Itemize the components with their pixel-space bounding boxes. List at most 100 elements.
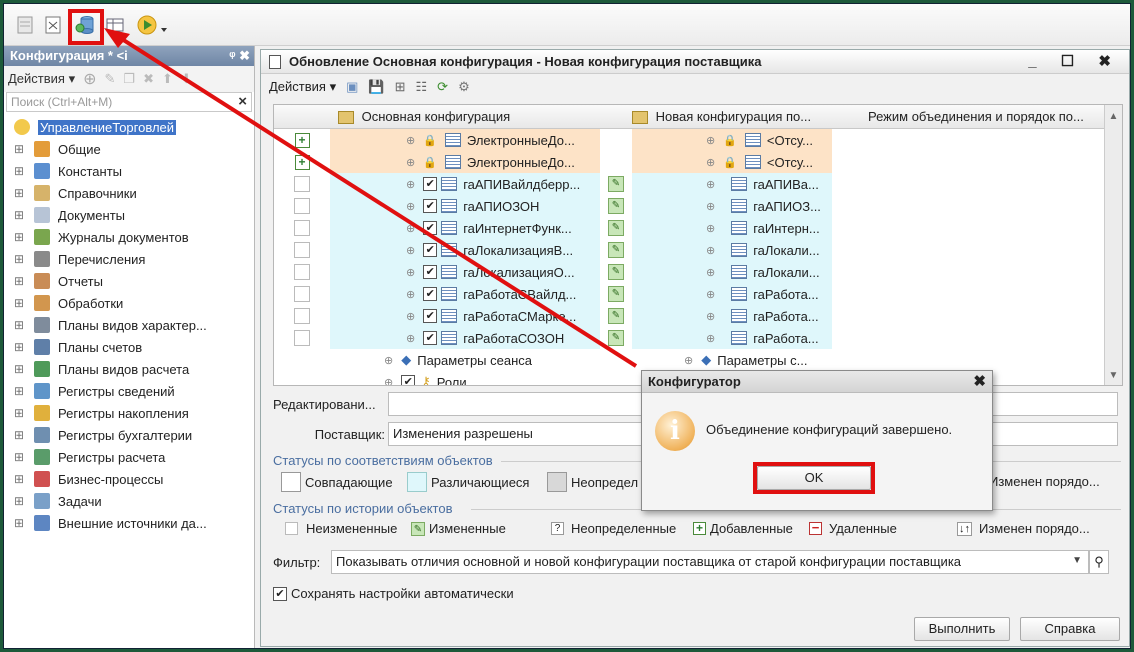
edit-icon[interactable]: ✎ <box>105 71 116 87</box>
expand-icon[interactable]: ⊕ <box>706 332 715 345</box>
dropdown-arrow-icon[interactable]: ▼ <box>1072 555 1082 566</box>
table-row[interactable]: ⊕ ✔ гаИнтернетФунк... ✎ ⊕ гаИнтерн... <box>274 217 1122 239</box>
row-merge-checkbox[interactable] <box>294 176 310 192</box>
expand-icon[interactable]: ⊞ <box>14 296 26 310</box>
row-merge-cell[interactable] <box>274 305 330 327</box>
row-merge-cell[interactable]: + <box>274 129 330 151</box>
tree-item[interactable]: УправлениеТорговлей <box>4 116 254 138</box>
refresh-icon[interactable]: ⟳ <box>437 79 448 95</box>
expand-icon[interactable]: ⊞ <box>14 230 26 244</box>
tree-item[interactable]: ⊞ Журналы документов <box>4 226 254 248</box>
run-debug-icon[interactable] <box>136 14 170 36</box>
tree-item[interactable]: ⊞ Регистры расчета <box>4 446 254 468</box>
table-row[interactable]: ⊕ ✔ гаРаботаСВайлд... ✎ ⊕ гаРабота... <box>274 283 1122 305</box>
row-checkbox[interactable]: ✔ <box>423 309 438 323</box>
expand-icon[interactable]: ⊞ <box>14 186 26 200</box>
open-icon[interactable]: ▣ <box>346 79 358 95</box>
expand-icon[interactable]: ⊕ <box>406 332 415 345</box>
expand-icon[interactable]: ⊕ <box>706 156 715 169</box>
table-row[interactable]: + ⊕ 🔒 ЭлектронныеДо... ⊕ 🔒 <Отсу... <box>274 129 1122 151</box>
tree-item[interactable]: ⊞ Бизнес-процессы <box>4 468 254 490</box>
expand-icon[interactable]: ⊞ <box>14 384 26 398</box>
save-settings-checkbox[interactable]: ✔ <box>273 586 287 601</box>
expand-icon[interactable]: ⊕ <box>406 266 415 279</box>
mark-all-icon[interactable]: ☷ <box>416 79 428 95</box>
expand-icon[interactable]: ⊕ <box>706 200 715 213</box>
expand-icon[interactable]: ⊞ <box>14 274 26 288</box>
row-merge-checkbox[interactable] <box>294 308 310 324</box>
add-icon[interactable]: + <box>294 132 310 148</box>
expand-icon[interactable]: ⊕ <box>706 178 715 191</box>
col-main-config[interactable]: Основная конфигурация <box>338 109 510 125</box>
table-row[interactable]: ⊕ ✔ гаРаботаСОЗОН ✎ ⊕ гаРабота... <box>274 327 1122 349</box>
tree-item[interactable]: ⊞ Регистры накопления <box>4 402 254 424</box>
row-checkbox[interactable]: ✔ <box>423 221 438 235</box>
actions-menu[interactable]: Действия ▾ <box>8 71 75 87</box>
row-checkbox[interactable]: ✔ <box>423 199 438 213</box>
expand-icon[interactable]: ⊞ <box>14 340 26 354</box>
expand-icon[interactable]: ⊕ <box>406 244 415 257</box>
dialog-close-icon[interactable]: ✖ <box>973 372 986 390</box>
table-row[interactable]: ⊕ ✔ гаАПИВайлдберр... ✎ ⊕ гаАПИВа... <box>274 173 1122 195</box>
row-checkbox[interactable]: ✔ <box>423 265 438 279</box>
save-icon[interactable]: 💾 <box>368 79 384 95</box>
row-merge-cell[interactable] <box>274 195 330 217</box>
expand-icon[interactable]: ⊕ <box>406 310 415 323</box>
row-checkbox[interactable]: ✔ <box>423 243 438 257</box>
expand-icon[interactable]: ⊕ <box>406 134 415 147</box>
row-merge-checkbox[interactable] <box>294 220 310 236</box>
expand-icon[interactable]: ⊞ <box>14 494 26 508</box>
tree-item[interactable]: ⊞ Планы счетов <box>4 336 254 358</box>
tree-item[interactable]: ⊞ Константы <box>4 160 254 182</box>
move-down-icon[interactable]: ⬇ <box>181 71 192 87</box>
table-row[interactable]: ⊕ ◆ Параметры сеанса ⊕ ◆ Параметры с... <box>274 349 1122 371</box>
table-row[interactable]: ⊕ ✔ гаРаботаСМарке... ✎ ⊕ гаРабота... <box>274 305 1122 327</box>
filter-select[interactable]: Показывать отличия основной и новой конф… <box>331 550 1089 574</box>
table-row[interactable]: ⊕ ✔ гаЛокализацияО... ✎ ⊕ гаЛокали... <box>274 261 1122 283</box>
expand-icon[interactable]: ⊞ <box>14 406 26 420</box>
toolbar-config-icon[interactable] <box>14 14 36 36</box>
toolbar-table-icon[interactable] <box>104 14 126 36</box>
row-merge-cell[interactable] <box>274 327 330 349</box>
actions-menu-main[interactable]: Действия ▾ <box>269 79 336 95</box>
row-merge-checkbox[interactable] <box>294 264 310 280</box>
tree-icon[interactable]: ⊞ <box>395 79 406 95</box>
add-icon[interactable]: + <box>294 154 310 170</box>
row-merge-checkbox[interactable] <box>294 242 310 258</box>
expand-icon[interactable]: ⊞ <box>14 142 26 156</box>
expand-icon[interactable]: ⊕ <box>384 354 393 367</box>
tree-item[interactable]: ⊞ Задачи <box>4 490 254 512</box>
row-checkbox[interactable]: ✔ <box>423 177 438 191</box>
run-button[interactable]: Выполнить <box>914 617 1010 641</box>
panel-pin-close-buttons[interactable]: ᵠ ✖ <box>229 48 250 64</box>
tree-item[interactable]: ⊞ Внешние источники да... <box>4 512 254 534</box>
row-merge-cell[interactable] <box>274 239 330 261</box>
expand-icon[interactable]: ⊞ <box>14 428 26 442</box>
tree-item[interactable]: ⊞ Документы <box>4 204 254 226</box>
toolbar-compare-icon[interactable] <box>42 14 64 36</box>
copy-icon[interactable]: ❐ <box>123 71 135 87</box>
search-input[interactable]: Поиск (Ctrl+Alt+M) × <box>6 92 252 112</box>
expand-icon[interactable]: ⊕ <box>706 288 715 301</box>
tree-item[interactable]: ⊞ Регистры бухгалтерии <box>4 424 254 446</box>
delete-icon[interactable]: ✖ <box>143 71 154 87</box>
row-merge-checkbox[interactable] <box>294 286 310 302</box>
table-row[interactable]: ⊕ ✔ гаАПИОЗОН ✎ ⊕ гаАПИОЗ... <box>274 195 1122 217</box>
row-merge-checkbox[interactable] <box>294 330 310 346</box>
tree-item[interactable]: ⊞ Планы видов характер... <box>4 314 254 336</box>
expand-icon[interactable]: ⊕ <box>406 200 415 213</box>
expand-icon[interactable]: ⊕ <box>706 244 715 257</box>
col-new-config[interactable]: Новая конфигурация по... <box>632 109 811 125</box>
row-merge-cell[interactable] <box>274 173 330 195</box>
expand-icon[interactable]: ⊞ <box>14 472 26 486</box>
expand-icon[interactable]: ⊕ <box>406 222 415 235</box>
expand-icon[interactable]: ⊞ <box>14 252 26 266</box>
row-merge-cell[interactable] <box>274 283 330 305</box>
row-checkbox[interactable]: ✔ <box>423 331 438 345</box>
expand-icon[interactable]: ⊕ <box>706 222 715 235</box>
row-merge-cell[interactable] <box>274 217 330 239</box>
tree-item[interactable]: ⊞ Обработки <box>4 292 254 314</box>
move-up-icon[interactable]: ⬆ <box>162 71 173 87</box>
help-button[interactable]: Справка <box>1020 617 1120 641</box>
col-merge-mode[interactable]: Режим объединения и порядок по... <box>868 109 1084 124</box>
